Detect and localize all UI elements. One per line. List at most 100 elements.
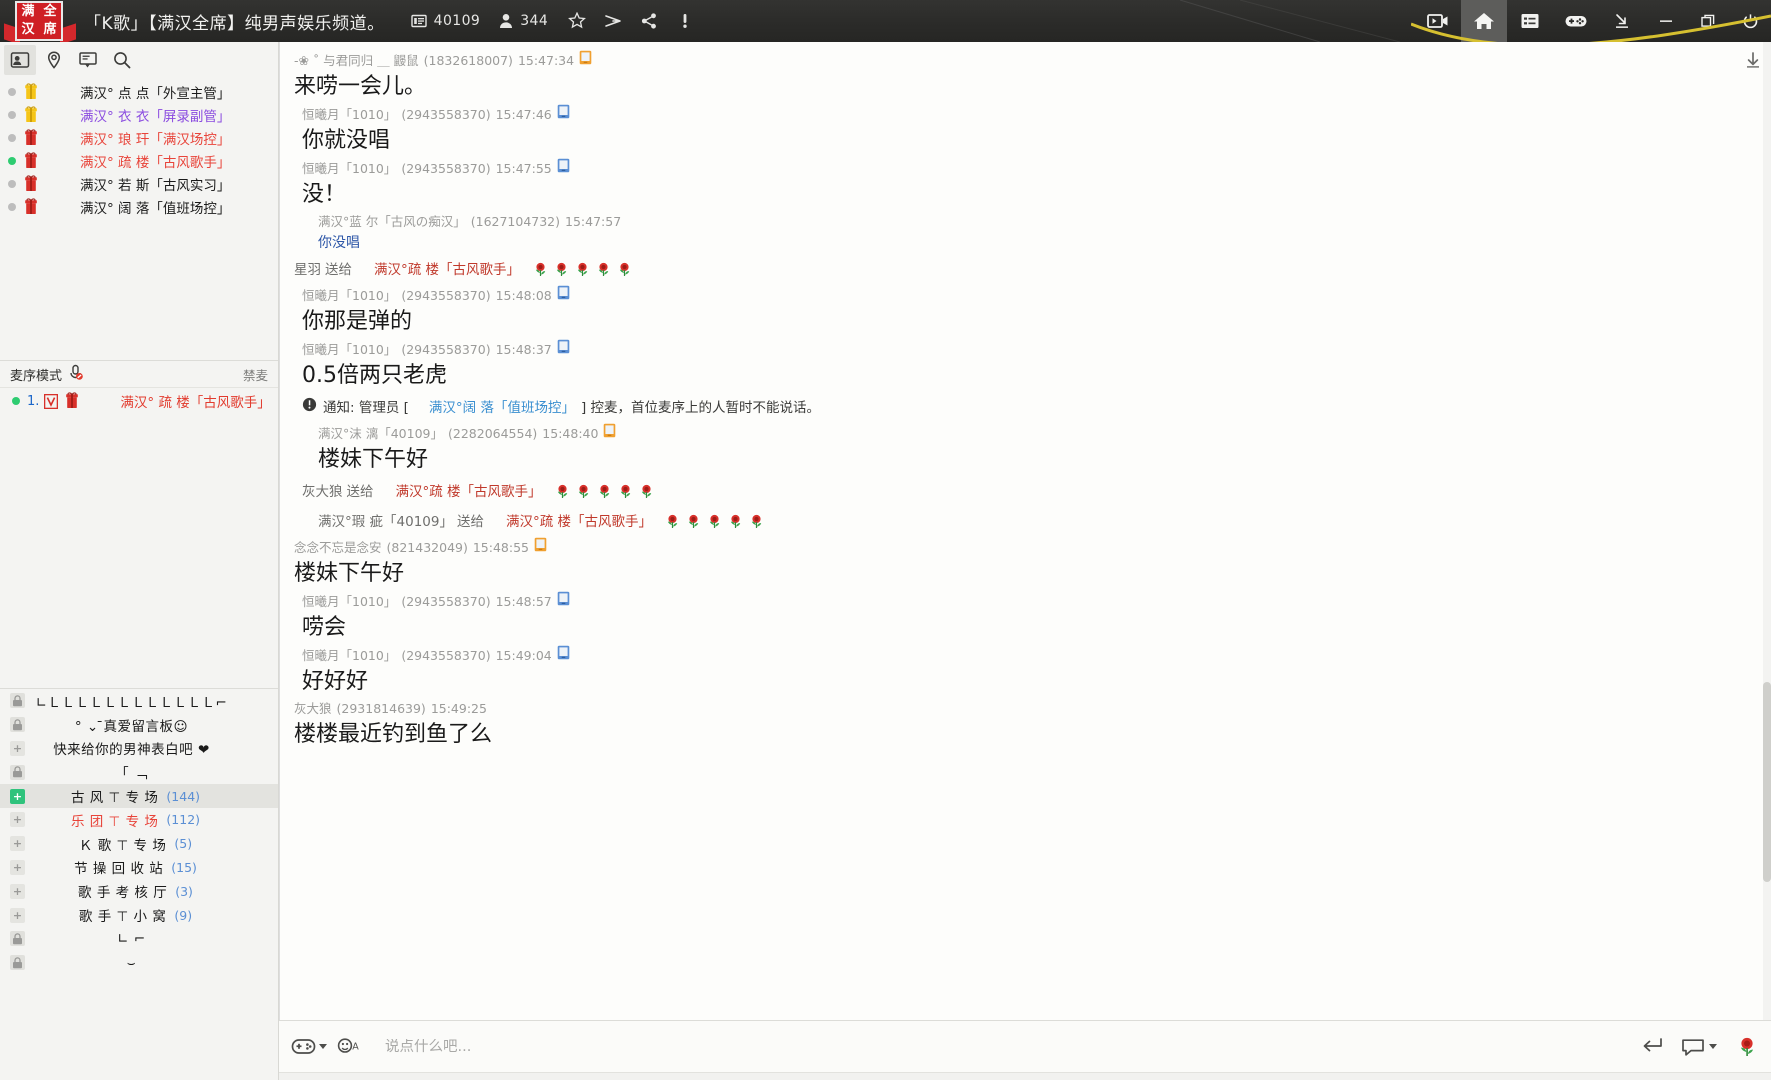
- star-icon[interactable]: [568, 12, 587, 30]
- gift-sender[interactable]: 满汉°瑕 疵「40109」: [318, 507, 453, 537]
- power-icon[interactable]: [1729, 0, 1771, 42]
- user-list[interactable]: 满汉° 点 点「外宣主管」 满汉° 衣 衣「屏录副管」 满汉° 琅 玕「满汉场控」满…: [0, 78, 278, 360]
- chat-message[interactable]: 通知: 管理员 [满汉°阔 落「值班场控」] 控麦，首位麦序上的人暂时不能说话。: [280, 393, 1771, 423]
- notice-admin-link[interactable]: 满汉°阔 落「值班场控」: [429, 393, 575, 423]
- user-list-item[interactable]: 满汉° 琅 玕「满汉场控」: [0, 126, 278, 149]
- chat-message[interactable]: 恒曦月「1010」 (2943558370) 15:47:46 你就没唱: [280, 104, 1771, 158]
- chat-message[interactable]: 满汉°瑕 疵「40109」 送给 满汉°疏 楼「古风歌手」: [280, 507, 1771, 537]
- mic-queue-list[interactable]: 1. 满汉° 疏 楼「古风歌手」: [0, 388, 278, 688]
- system-notice: 通知: 管理员 [满汉°阔 落「值班场控」] 控麦，首位麦序上的人暂时不能说话。: [302, 393, 1757, 423]
- chat-message[interactable]: 星羽 送给 满汉°疏 楼「古风歌手」: [280, 255, 1771, 285]
- room-list-item[interactable]: + 歌 手 ⊤ 小 窝 (9): [0, 903, 278, 927]
- mic-muted-icon[interactable]: [68, 364, 84, 385]
- maximize-icon[interactable]: [1687, 0, 1729, 42]
- room-list-item[interactable]: + 乐 团 ⊤ 专 场 (112): [0, 808, 278, 832]
- report-icon[interactable]: [676, 12, 694, 30]
- user-list-item[interactable]: 满汉° 阔 落「值班场控」: [0, 195, 278, 218]
- member-tab[interactable]: [4, 45, 36, 75]
- user-list-item[interactable]: 满汉° 点 点「外宣主管」: [0, 80, 278, 103]
- collapse-icon[interactable]: [1599, 0, 1645, 42]
- room-name: ⌣: [126, 954, 137, 971]
- speech-bubble-icon[interactable]: [1681, 1037, 1717, 1057]
- message-sender[interactable]: -❀ ˚ 与君同归 ＿ 鼹鼠: [294, 51, 419, 71]
- message-uid: (2931814639): [336, 701, 426, 716]
- room-list-item[interactable]: + Ｋ 歌 ⊤ 专 场 (5): [0, 832, 278, 856]
- mic-queue-index: 1.: [27, 393, 40, 409]
- message-sender[interactable]: 恒曦月「1010」: [302, 286, 396, 306]
- chat-message[interactable]: 恒曦月「1010」 (2943558370) 15:49:04 好好好: [280, 645, 1771, 699]
- gift-sender[interactable]: 星羽: [294, 255, 321, 285]
- chat-message[interactable]: 灰大狼 (2931814639) 15:49:25 楼楼最近钓到鱼了么: [280, 699, 1771, 752]
- chat-message[interactable]: 满汉°蓝 尔「古风の痴汉」 (1627104732) 15:47:57 你没唱: [280, 212, 1771, 255]
- message-sender[interactable]: 念念不忘是念安: [294, 538, 382, 558]
- message-sender[interactable]: 恒曦月「1010」: [302, 646, 396, 666]
- chat-message[interactable]: 灰大狼 送给 满汉°疏 楼「古风歌手」: [280, 477, 1771, 507]
- room-list-item[interactable]: + 快来给你的男神表白吧 ❤: [0, 737, 278, 761]
- message-sender[interactable]: 恒曦月「1010」: [302, 340, 396, 360]
- message-sender[interactable]: 恒曦月「1010」: [302, 159, 396, 179]
- search-tab[interactable]: [106, 45, 138, 75]
- room-list-item[interactable]: + 古 风 ⊤ 专 场 (144): [0, 784, 278, 808]
- home-icon[interactable]: [1461, 0, 1507, 42]
- user-list-item[interactable]: 满汉° 衣 衣「屏录副管」: [0, 103, 278, 126]
- chat-message[interactable]: 满汉°沫 漓「40109」 (2282064554) 15:48:40 楼妹下午好: [280, 423, 1771, 477]
- gift-recipient[interactable]: 满汉°疏 楼「古风歌手」: [396, 477, 542, 507]
- enter-arrow-icon[interactable]: [1641, 1036, 1663, 1058]
- chat-message[interactable]: 恒曦月「1010」 (2943558370) 15:48:08 你那是弹的: [280, 285, 1771, 339]
- room-name: 乐 团 ⊤ 专 场: [70, 813, 159, 830]
- chat-message[interactable]: 恒曦月「1010」 (2943558370) 15:48:37 0.5倍两只老虎: [280, 339, 1771, 393]
- chat-message[interactable]: -❀ ˚ 与君同归 ＿ 鼹鼠 (1832618007) 15:47:34 来唠一会儿。: [280, 50, 1771, 104]
- message-sender[interactable]: 恒曦月「1010」: [302, 592, 396, 612]
- chat-message[interactable]: 念念不忘是念安 (821432049) 15:48:55 楼妹下午好: [280, 537, 1771, 591]
- plus-icon[interactable]: +: [10, 812, 25, 828]
- plus-icon[interactable]: +: [10, 836, 25, 852]
- logo-char-1: 满: [21, 4, 35, 19]
- chat-message[interactable]: 恒曦月「1010」 (2943558370) 15:47:55 没！: [280, 158, 1771, 212]
- plus-green-icon[interactable]: +: [10, 788, 25, 804]
- chat-scrollbar-thumb[interactable]: [1763, 682, 1771, 882]
- room-list-item[interactable]: + 歌 手 考 核 厅 (3): [0, 879, 278, 903]
- room-list-item[interactable]: + 节 操 回 收 站 (15): [0, 856, 278, 880]
- message-sender[interactable]: 灰大狼: [294, 699, 332, 719]
- gift-recipient[interactable]: 满汉°疏 楼「古风歌手」: [506, 507, 652, 537]
- list-icon[interactable]: [1507, 0, 1553, 42]
- share-icon[interactable]: [640, 12, 658, 30]
- notice-tab[interactable]: [72, 45, 104, 75]
- chevron-down-icon[interactable]: [319, 1044, 327, 1049]
- room-list-item[interactable]: ∟ ⌐: [0, 927, 278, 951]
- message-input[interactable]: [371, 1038, 1631, 1055]
- mute-all-button[interactable]: 禁麦: [243, 365, 268, 384]
- message-sender[interactable]: 满汉°蓝 尔「古风の痴汉」: [318, 212, 466, 232]
- room-list-item[interactable]: ⌣: [0, 951, 278, 975]
- plus-icon[interactable]: +: [10, 907, 25, 923]
- chat-scrollbar[interactable]: [1763, 42, 1771, 1020]
- arrow-down-icon[interactable]: [1743, 50, 1763, 70]
- minimize-icon[interactable]: [1645, 0, 1687, 42]
- user-list-item[interactable]: 满汉° 若 斯「古风实习」: [0, 172, 278, 195]
- user-list-item[interactable]: 满汉° 疏 楼「古风歌手」: [0, 149, 278, 172]
- message-sender[interactable]: 满汉°沫 漓「40109」: [318, 424, 443, 444]
- room-list-item[interactable]: ° ⌄ ̄真爱留言板☺: [0, 713, 278, 737]
- gift-sender[interactable]: 灰大狼: [302, 477, 343, 507]
- emoji-face-icon[interactable]: [291, 1036, 327, 1058]
- chat-message[interactable]: 恒曦月「1010」 (2943558370) 15:48:57 唠会: [280, 591, 1771, 645]
- message-sender[interactable]: 恒曦月「1010」: [302, 105, 396, 125]
- mic-queue-item[interactable]: 1. 满汉° 疏 楼「古风歌手」: [0, 388, 278, 414]
- room-list[interactable]: ∟ＬＬＬＬＬＬＬＬＬＬＬＬ⌐ ° ⌄ ̄真爱留言板☺ + 快来给你的男神表白吧 ❤ 「 …: [0, 688, 278, 1080]
- location-tab[interactable]: [38, 45, 70, 75]
- video-icon[interactable]: [1415, 0, 1461, 42]
- room-list-item[interactable]: ∟ＬＬＬＬＬＬＬＬＬＬＬＬ⌐: [0, 689, 278, 713]
- room-name: ° ⌄ ̄真爱留言板☺: [74, 718, 189, 735]
- plus-icon[interactable]: +: [10, 859, 25, 875]
- plus-icon[interactable]: +: [10, 740, 25, 756]
- plus-icon[interactable]: +: [10, 883, 25, 899]
- room-list-item[interactable]: 「 ﹁: [0, 760, 278, 784]
- chat-area[interactable]: -❀ ˚ 与君同归 ＿ 鼹鼠 (1832618007) 15:47:34 来唠一会儿。…: [279, 42, 1771, 1020]
- chevron-down-icon[interactable]: [1709, 1044, 1717, 1049]
- game-icon[interactable]: [1553, 0, 1599, 42]
- rose-avatar-icon[interactable]: [1735, 1035, 1759, 1059]
- user-name: 满汉° 疏 楼「古风歌手」: [80, 154, 231, 171]
- broadcast-icon[interactable]: [604, 12, 622, 30]
- font-color-icon[interactable]: A: [337, 1036, 361, 1058]
- gift-recipient[interactable]: 满汉°疏 楼「古风歌手」: [374, 255, 520, 285]
